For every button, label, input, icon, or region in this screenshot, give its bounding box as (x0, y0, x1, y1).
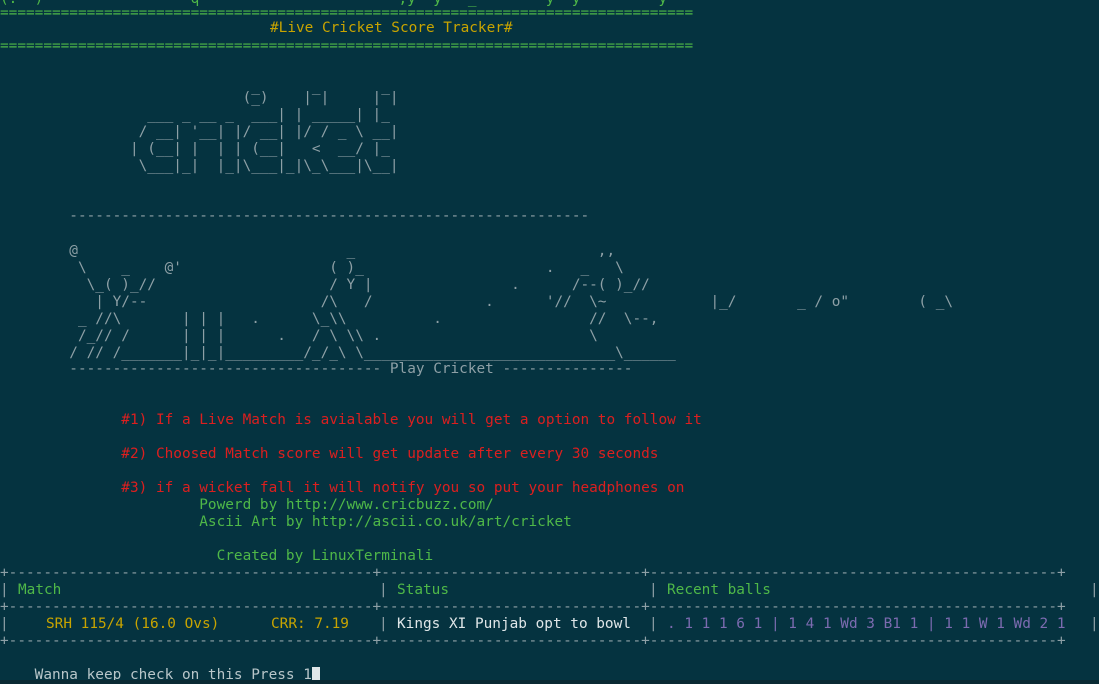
table-header-recent-balls: Recent balls (667, 582, 771, 598)
header-rule-bottom: ========================================… (0, 38, 694, 54)
input-prompt[interactable]: Wanna keep check on this Press 1 (0, 650, 320, 683)
table-border-mid: +---------------------------------------… (0, 599, 1066, 615)
table-pipe: | (0, 582, 9, 598)
logo-ascii-line: / __| '__| |/ __| |/ / _ \ __| (0, 124, 399, 140)
credit-line: Created by LinuxTerminali (0, 548, 434, 564)
table-pipe: | (1090, 582, 1099, 598)
cricket-ascii-line: _ //\ | | | . \_\\ . // \--, (0, 311, 659, 327)
terminal-bottom-edge (0, 680, 1099, 684)
table-pipe: | (649, 616, 658, 632)
recent-balls-cell: . 1 1 1 6 1 | 1 4 1 Wd 3 B1 1 | 1 1 W 1 … (667, 616, 1066, 632)
cricket-ascii-line: @ _ ,, (0, 243, 616, 259)
cricket-ascii-line: /_// / | | | . / \ \\ . \ (0, 328, 598, 344)
match-status-cell: Kings XI Punjab opt to bowl (397, 616, 631, 632)
logo-ascii-line: ___ _ __ _ ___| | _____| |_ (0, 107, 390, 123)
table-pipe: | (379, 582, 388, 598)
credit-line: Powerd by http://www.cricbuzz.com/ (0, 497, 494, 513)
crr-cell: CRR: 7.19 (271, 616, 349, 632)
table-header-match: Match (18, 582, 62, 598)
table-pipe: | (0, 616, 9, 632)
table-pipe: | (1090, 616, 1099, 632)
cricket-ascii-line: \ _ @' ( )_ . _ \ (0, 260, 624, 276)
table-pipe: | (379, 616, 388, 632)
table-header-status: Status (397, 582, 449, 598)
page-title: #Live Cricket Score Tracker# (270, 20, 513, 36)
table-border-top: +---------------------------------------… (0, 565, 1066, 581)
logo-ascii-line: (_) | | | | (0, 90, 399, 106)
table-border-bottom: +---------------------------------------… (0, 633, 1066, 649)
credit-line: Ascii Art by http://ascii.co.uk/art/cric… (0, 514, 572, 530)
cricket-ascii-line: | Y/-- /\ / . '// \~ |_/ _ / o" ( _\ (0, 294, 954, 310)
note-line: #2) Choosed Match score will get update … (0, 446, 659, 462)
cricket-ascii-line: / // /_______|_|_|_________/_/_\ \______… (0, 345, 676, 361)
note-line: #1) If a Live Match is avialable you wil… (0, 412, 702, 428)
terminal-window: (. ) q ,y y _ y y y ====================… (0, 0, 1099, 684)
logo-ascii-line: \___|_| |_|\___|_|\_\___|\__| (0, 158, 399, 174)
cricket-ascii-line: \_( )_// / Y | . /--( )_// (0, 277, 650, 293)
art-divider-top: ----------------------------------------… (0, 208, 590, 224)
note-line: #3) if a wicket fall it will notify you … (0, 480, 685, 496)
match-score-cell: SRH 115/4 (16.0 Ovs) (46, 616, 220, 632)
art-divider-bottom: ------------------------------------ Pla… (0, 361, 633, 377)
logo-ascii-line: | (__| | | | (__| < __/ |_ (0, 141, 390, 157)
table-pipe: | (649, 582, 658, 598)
